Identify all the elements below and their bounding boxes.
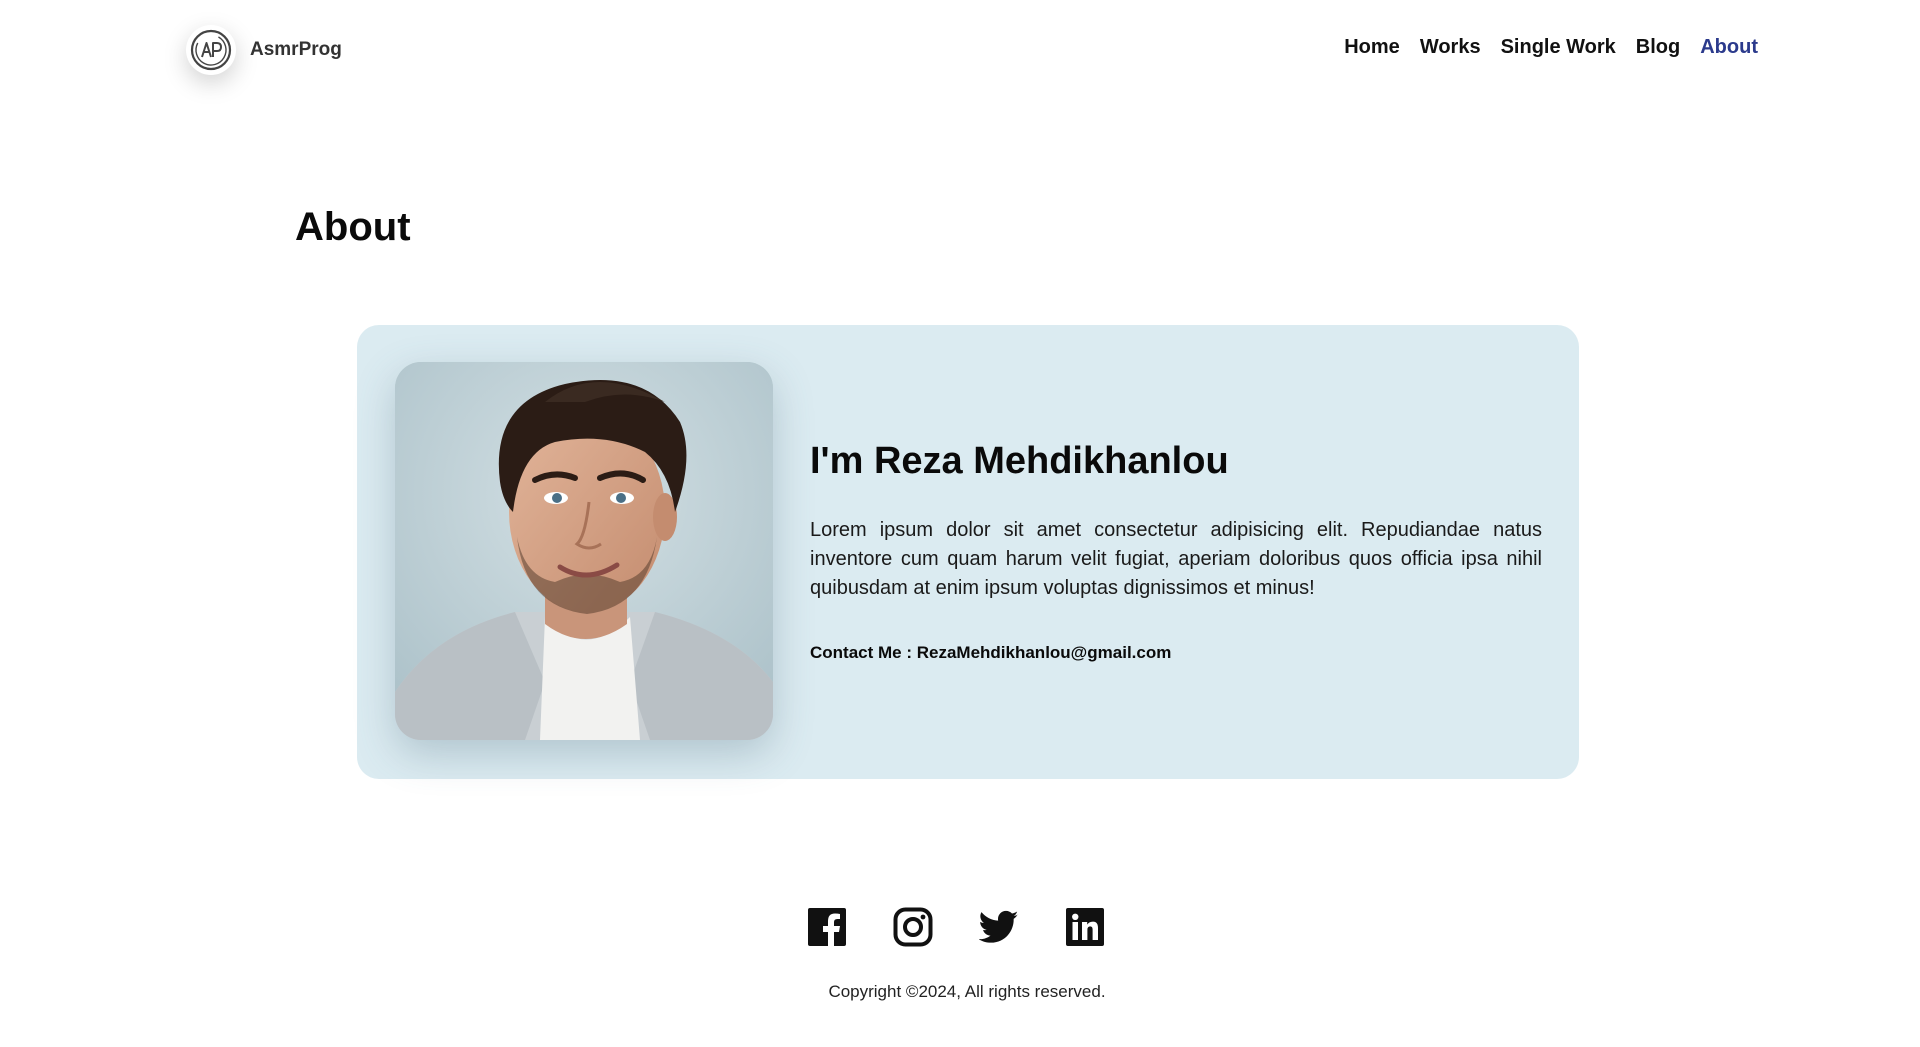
profile-card: I'm Reza Mehdikhanlou Lorem ipsum dolor … xyxy=(357,325,1579,779)
nav-link-home[interactable]: Home xyxy=(1344,36,1400,58)
main-nav: Home Works Single Work Blog About xyxy=(1344,36,1758,59)
nav-link-single-work[interactable]: Single Work xyxy=(1501,36,1616,58)
social-links xyxy=(0,907,1916,947)
page-title: About xyxy=(295,205,411,249)
nav-item-home: Home xyxy=(1344,36,1400,59)
instagram-icon[interactable] xyxy=(893,907,933,947)
site-header: AsmrProg Home Works Single Work Blog Abo… xyxy=(0,0,1920,100)
nav-item-works: Works xyxy=(1420,36,1481,59)
contact-email[interactable]: Contact Me : RezaMehdikhanlou@gmail.com xyxy=(810,643,1171,663)
nav-link-works[interactable]: Works xyxy=(1420,36,1481,58)
ap-monogram-icon xyxy=(186,25,236,75)
facebook-icon[interactable] xyxy=(807,907,847,947)
copyright-text: Copyright ©2024, All rights reserved. xyxy=(828,982,1106,1001)
nav-item-about: About xyxy=(1700,36,1758,59)
nav-item-single-work: Single Work xyxy=(1501,36,1616,59)
linkedin-icon[interactable] xyxy=(1065,907,1105,947)
profile-bio: Lorem ipsum dolor sit amet consectetur a… xyxy=(810,519,1542,599)
twitter-icon[interactable] xyxy=(978,907,1019,947)
brand-link[interactable]: AsmrProg xyxy=(186,25,342,75)
profile-heading: I'm Reza Mehdikhanlou xyxy=(810,440,1229,482)
profile-photo xyxy=(395,362,773,740)
nav-link-about[interactable]: About xyxy=(1700,36,1758,58)
nav-link-blog[interactable]: Blog xyxy=(1636,36,1680,58)
nav-item-blog: Blog xyxy=(1636,36,1680,59)
brand-name: AsmrProg xyxy=(250,39,342,60)
